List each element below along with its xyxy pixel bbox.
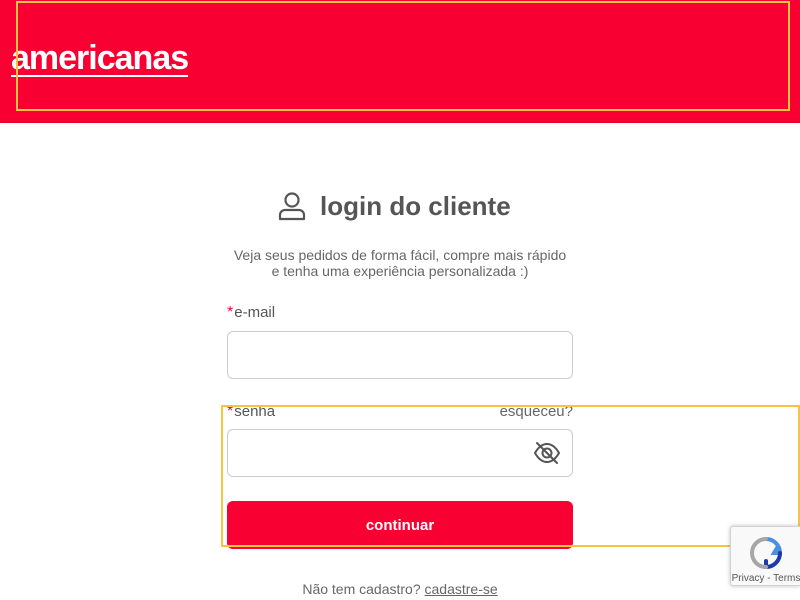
required-marker: * xyxy=(227,403,234,420)
password-field[interactable] xyxy=(227,429,573,477)
site-header: americanas xyxy=(0,0,800,123)
signup-prompt: Não tem cadastro? cadastre-se xyxy=(0,581,800,597)
user-icon xyxy=(278,192,306,221)
eye-off-icon[interactable] xyxy=(533,440,561,466)
subtitle-line-2: e tenha uma experiência personalizada :) xyxy=(271,263,529,279)
password-label-text: senha xyxy=(234,403,276,420)
page-title: login do cliente xyxy=(320,190,511,221)
forgot-password-link[interactable]: esqueceu? xyxy=(500,403,573,420)
password-label: *senha xyxy=(227,403,275,421)
email-label-text: e-mail xyxy=(234,304,276,321)
login-subtitle: Veja seus pedidos de forma fácil, compre… xyxy=(200,247,600,279)
login-title-row: login do cliente xyxy=(278,188,511,224)
recaptcha-footer-text[interactable]: Privacy - Terms xyxy=(731,573,800,584)
required-marker: * xyxy=(227,304,234,321)
header-highlight-box xyxy=(16,1,790,111)
email-field[interactable] xyxy=(227,331,573,379)
no-account-text: Não tem cadastro? xyxy=(302,581,421,597)
email-label: *e-mail xyxy=(227,304,275,322)
subtitle-line-1: Veja seus pedidos de forma fácil, compre… xyxy=(233,247,567,263)
recaptcha-icon xyxy=(749,537,783,570)
continue-button[interactable]: continuar xyxy=(227,501,573,549)
login-page: americanas login do cliente Veja seus pe… xyxy=(0,0,800,600)
recaptcha-badge[interactable]: Privacy - Terms xyxy=(730,526,800,586)
signup-link[interactable]: cadastre-se xyxy=(425,581,498,597)
